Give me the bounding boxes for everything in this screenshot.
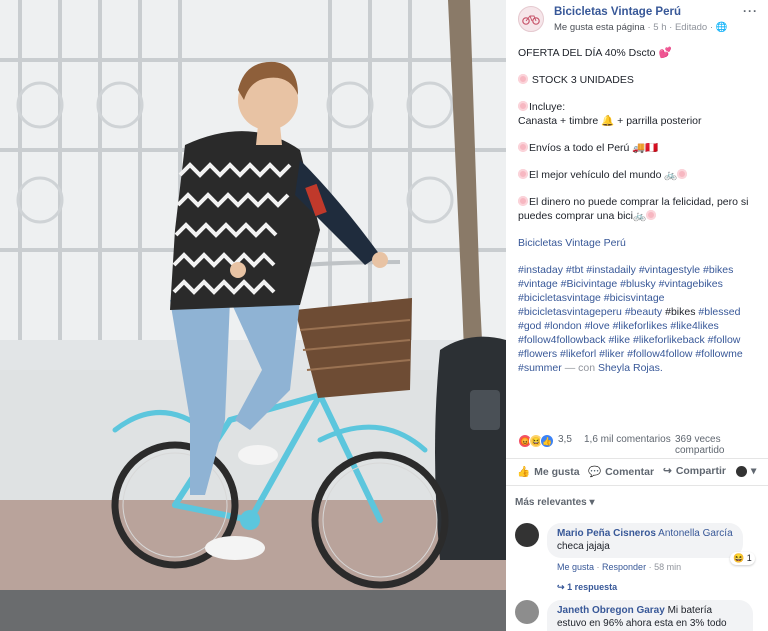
tagged-person[interactable]: Sheyla Rojas. [598, 362, 663, 374]
avatar[interactable] [515, 600, 539, 624]
chevron-down-icon: ▾ [589, 497, 595, 508]
comment-like-link[interactable]: Me gusta [557, 562, 594, 572]
flower-icon [518, 142, 528, 152]
stock-line: STOCK 3 UNIDADES [518, 73, 762, 87]
comment-actions: Me gusta · Responder · 58 min [557, 562, 682, 572]
post-photo[interactable] [0, 0, 506, 631]
post-meta: Me gusta esta página · 5 h · Editado · 🌐 [554, 22, 728, 33]
reply-arrow-icon: ↪ [557, 582, 565, 592]
flower-icon [677, 169, 688, 179]
page-avatar[interactable] [518, 6, 544, 32]
reaction-count[interactable]: 3,5 [558, 434, 572, 448]
view-replies[interactable]: ↪ 1 respuesta [557, 582, 617, 593]
offer-line: OFERTA DEL DÍA 40% Dscto 💕 [518, 47, 672, 59]
flower-icon [518, 101, 528, 111]
comment-author[interactable]: Mario Peña Cisneros [557, 528, 656, 539]
includes-items: Canasta + timbre 🔔 + parrilla posterior [518, 115, 702, 127]
like-reaction-icon: 👍 [540, 434, 554, 448]
comments-count[interactable]: 1,6 mil comentarios [584, 434, 671, 445]
includes-line: Incluye: [518, 100, 762, 114]
post-actions: 👍 Me gusta 💬 Comentar ↪ Compartir ▾ [506, 458, 768, 486]
bicycle-logo-icon [522, 15, 540, 25]
comment-item: Mario Peña Cisneros Antonella García che… [515, 523, 765, 603]
comment-author[interactable]: Janeth Obregon Garay [557, 605, 665, 616]
flower-icon [518, 196, 528, 206]
avatar[interactable] [515, 523, 539, 547]
flower-icon [518, 74, 528, 84]
thumbs-up-icon: 👍 [517, 466, 531, 478]
comment-button[interactable]: 💬 Comentar [588, 465, 654, 479]
post-time[interactable]: 5 h [653, 22, 666, 33]
like-page-link[interactable]: Me gusta esta página [554, 22, 645, 33]
happiness-line: El dinero no puede comprar la felicidad,… [518, 196, 749, 222]
vehicle-line: El mejor vehículo del mundo 🚲 [518, 168, 762, 182]
globe-icon: 🌐 [715, 22, 728, 33]
hashtags-block: #instaday #tbt #instadaily #vintagestyle… [518, 263, 762, 375]
post-body: OFERTA DEL DÍA 40% Dscto 💕 STOCK 3 UNIDA… [518, 46, 762, 375]
more-options-icon[interactable]: ··· [743, 4, 758, 18]
post-header: Bicicletas Vintage Perú Me gusta esta pá… [506, 0, 768, 38]
flower-icon [518, 169, 528, 179]
comment-tag[interactable]: Antonella García [658, 528, 733, 539]
comment-sort[interactable]: Más relevantes ▾ [515, 497, 595, 508]
post-panel: Bicicletas Vintage Perú Me gusta esta pá… [506, 0, 768, 631]
edited-label[interactable]: Editado [675, 22, 707, 33]
shares-count[interactable]: 369 veces compartido [675, 434, 766, 456]
comment-reply-link[interactable]: Responder [602, 562, 646, 572]
like-button[interactable]: 👍 Me gusta [517, 465, 580, 479]
shipping-line: Envíos a todo el Perú 🚚🇵🇪 [518, 141, 762, 155]
comment-bubble: Mario Peña Cisneros Antonella García che… [547, 523, 743, 558]
page-name[interactable]: Bicicletas Vintage Perú [554, 6, 681, 18]
share-button[interactable]: ↪ Compartir [663, 465, 726, 477]
share-icon: ↪ [663, 465, 672, 477]
chevron-down-icon: ▾ [751, 465, 757, 477]
comment-text: checa jajaja [557, 541, 610, 552]
hashtag-plain: #bikes [665, 306, 696, 318]
page-link[interactable]: Bicicletas Vintage Perú [518, 236, 762, 250]
reactions-summary[interactable]: 😡 😆 👍 3,5 [518, 434, 572, 448]
flower-icon [646, 210, 657, 220]
comment-time[interactable]: 58 min [654, 562, 681, 572]
photo-bicycle-woman [0, 0, 506, 631]
comment-bubble: Janeth Obregon Garay Mi batería estuvo e… [547, 600, 753, 631]
comment-reactions[interactable]: 😆 1 [730, 552, 755, 565]
post-stats: 😡 😆 👍 3,5 1,6 mil comentarios 369 veces … [518, 434, 766, 456]
avatar-small-icon [736, 465, 747, 477]
audience-selector[interactable]: ▾ [736, 465, 756, 477]
comment-icon: 💬 [588, 466, 602, 478]
with-label: — con [564, 362, 596, 374]
